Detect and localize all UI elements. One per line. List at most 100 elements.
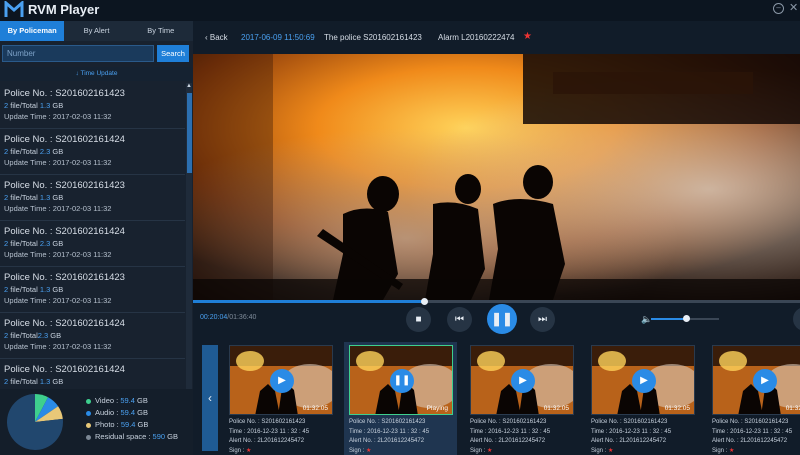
clip-time: Time : 2016-12-23 11 : 32 : 45 (470, 428, 551, 435)
time-update-sort[interactable]: ↓ Time Update (0, 67, 193, 81)
next-button[interactable]: ⏭ (530, 307, 555, 332)
star-icon[interactable]: ★ (729, 448, 734, 454)
police-number: Police No. : S201602161423 (4, 88, 125, 99)
file-unit: GB (50, 193, 64, 202)
tab-by-time[interactable]: By Time (129, 21, 193, 41)
legend-label: Photo : (95, 420, 121, 429)
clip-alert-number: Alert No. : 2L201612245472 (349, 438, 425, 444)
police-list-item[interactable]: Police No. : S201602161424 2 file/Total 1… (0, 359, 185, 386)
file-summary: 2 file/Total 2.3 GB (4, 238, 181, 249)
clip-thumbnail[interactable]: ▶ 01:32:05 (470, 345, 574, 415)
police-list-item[interactable]: Police No. : S201602161424 2 file/Total 2… (0, 221, 185, 267)
video-frame[interactable] (193, 54, 800, 300)
clip-alert-number: Alert No. : 2L201612245472 (591, 438, 667, 444)
minimize-icon[interactable]: – (773, 3, 784, 14)
clip-duration: 01:32:05 (785, 405, 800, 412)
file-total: 2.3 (37, 331, 49, 340)
clip-card[interactable]: ▶ 01:32:05 Police No. : S201602161423 Time … (586, 342, 699, 455)
police-number: Police No. : S201602161423 (4, 272, 125, 283)
scroll-thumb[interactable] (187, 93, 192, 173)
play-icon[interactable]: ❚❚ (390, 369, 414, 393)
update-time: Update Time : 2017-02-03 11:32 (4, 250, 112, 259)
clip-card[interactable]: ▶ 01:32:05 Police No. : S201602161423 Time … (465, 342, 578, 455)
file-total: 1.3 (39, 193, 51, 202)
police-list-item[interactable]: Police No. : S201602161423 2 file/Total 1… (0, 175, 185, 221)
tab-by-policeman[interactable]: By Policeman (0, 21, 65, 41)
scroll-up-icon[interactable]: ▲ (186, 83, 192, 93)
search-button[interactable]: Search (157, 45, 189, 62)
chevron-left-icon[interactable]: ‹ (202, 345, 218, 451)
back-button[interactable]: ‹ Back (205, 33, 228, 42)
legend-dot-icon (86, 410, 91, 416)
update-time: Update Time : 2017-02-03 11:32 (4, 296, 112, 305)
clip-info: Police No. : S201602161423 Time : 2016-12… (229, 418, 309, 455)
list-scrollbar[interactable]: ▲ ▼ (186, 83, 192, 405)
progress-knob[interactable] (420, 298, 428, 305)
play-icon[interactable]: ▶ (632, 369, 656, 393)
record-police: The police S201602161423 (324, 33, 422, 42)
legend-unit: GB (165, 432, 178, 441)
info-bar: ‹ Back 2017-06-09 11:50:69 The police S2… (193, 29, 800, 51)
file-summary: 2 file/Total 2.3 GB (4, 146, 181, 157)
clip-info: Police No. : S201602161423 Time : 2016-12… (349, 418, 429, 455)
police-number: Police No. : S201602161424 (4, 134, 125, 145)
progress-fill (193, 300, 424, 303)
legend-item: Photo : 59.4 GB (86, 419, 178, 431)
clip-sign: Sign : ★ (591, 447, 671, 455)
clip-thumbnail[interactable]: ▶ 01:32:05 (229, 345, 333, 415)
play-icon[interactable]: ▶ (753, 369, 777, 393)
police-number: Police No. : S201602161424 (4, 226, 125, 237)
file-label: file/Total (8, 193, 40, 202)
star-icon[interactable]: ★ (608, 448, 613, 454)
file-total: 1.3 (39, 377, 51, 386)
update-time: Update Time : 2017-02-03 11:32 (4, 204, 112, 213)
tab-by-alert[interactable]: By Alert (64, 21, 128, 41)
police-number: Police No. : S201602161424 (4, 318, 125, 329)
police-list-item[interactable]: Police No. : S201602161423 2 file/Total 1… (0, 83, 185, 129)
star-icon[interactable]: ★ (246, 448, 251, 454)
skip-previous-icon: ⏮ (455, 314, 464, 325)
pause-button[interactable]: ❚❚ (487, 304, 517, 334)
clip-thumbnail[interactable]: ▶ 01:32:05 (712, 345, 800, 415)
clip-card[interactable]: ▶ 01:32:05 Police No. : S201602161423 Time … (224, 342, 337, 455)
star-icon[interactable]: ★ (487, 448, 492, 454)
legend-value: 59.4 (120, 408, 136, 417)
stop-icon: ■ (415, 314, 422, 325)
police-number: Police No. : S201602161423 (4, 180, 125, 191)
police-list-item[interactable]: Police No. : S201602161424 2 file/Total 2… (0, 129, 185, 175)
search-input[interactable] (2, 45, 154, 62)
volume-slider[interactable] (651, 315, 719, 322)
clip-thumbnail[interactable]: ❚❚ Playing (349, 345, 453, 415)
stop-button[interactable]: ■ (406, 307, 431, 332)
legend-value: 59.4 (120, 420, 136, 429)
search-row: Search (0, 45, 193, 63)
volume-knob[interactable] (683, 315, 691, 322)
fullscreen-button[interactable] (793, 307, 800, 331)
clip-duration: 01:32:05 (302, 405, 328, 412)
clip-sign-label: Sign : (349, 447, 367, 454)
clip-card[interactable]: ▶ 01:32:05 Police No. : S201602161423 Time … (707, 342, 800, 455)
clip-strip: ‹ ▶ 01:32:05 Police No. : S201602161423 Tim… (193, 342, 800, 455)
close-icon[interactable]: ✕ (789, 1, 798, 14)
legend-dot-icon (86, 422, 91, 428)
legend-dot-icon (86, 398, 91, 404)
clip-time: Time : 2016-12-23 11 : 32 : 45 (712, 428, 793, 435)
file-unit: GB (48, 331, 62, 340)
file-total: 2.3 (39, 147, 51, 156)
legend-label: Audio : (95, 408, 121, 417)
police-list-item[interactable]: Police No. : S201602161423 2 file/Total 1… (0, 267, 185, 313)
clip-alert-number: Alert No. : 2L201612245472 (229, 438, 305, 444)
update-time: Update Time : 2017-02-03 11:32 (4, 112, 112, 121)
police-list-item[interactable]: Police No. : S201602161424 2 file/Total2.… (0, 313, 185, 359)
star-icon[interactable]: ★ (523, 31, 532, 42)
play-icon[interactable]: ▶ (270, 369, 294, 393)
clip-time: Time : 2016-12-23 11 : 32 : 45 (591, 428, 672, 435)
legend-unit: GB (135, 408, 148, 417)
star-icon[interactable]: ★ (366, 448, 371, 454)
clip-duration: 01:32:05 (543, 405, 569, 412)
clip-card[interactable]: ❚❚ Playing Police No. : S201602161423 Time … (344, 342, 457, 455)
play-icon[interactable]: ▶ (511, 369, 535, 393)
previous-button[interactable]: ⏮ (447, 307, 472, 332)
clip-thumbnail[interactable]: ▶ 01:32:05 (591, 345, 695, 415)
sidebar: By Policeman By Alert By Time Search ↓ T… (0, 21, 193, 455)
